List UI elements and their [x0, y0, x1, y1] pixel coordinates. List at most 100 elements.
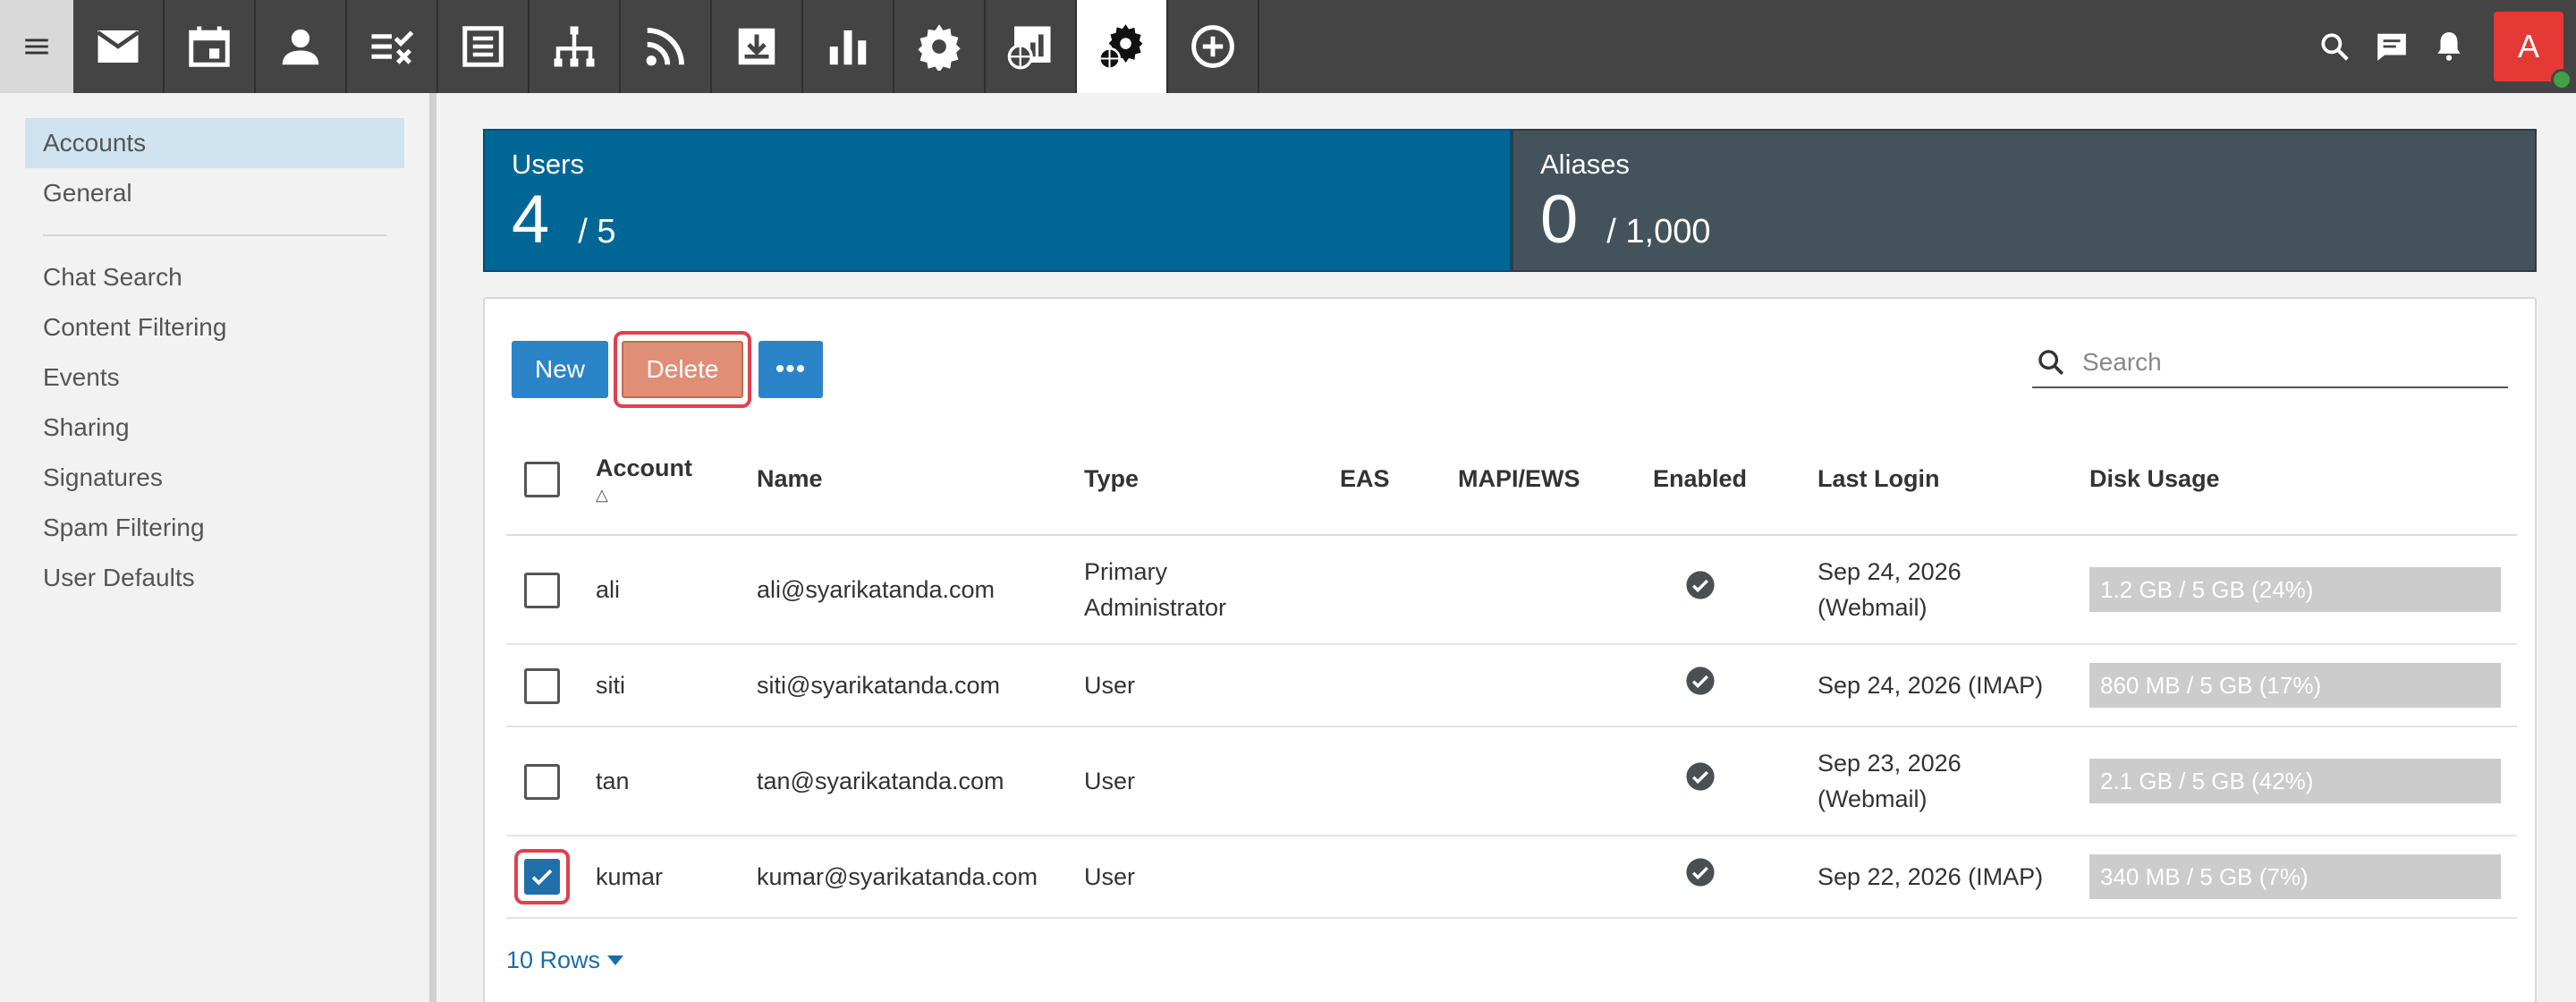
table-row[interactable]: kumar kumar@syarikatanda.com User Sep 22…: [506, 836, 2517, 919]
disk-usage-bar: 860 MB / 5 GB (17%): [2089, 663, 2501, 708]
row-checkbox[interactable]: [524, 763, 560, 800]
sidebar-item-content-filtering[interactable]: Content Filtering: [25, 302, 404, 352]
table-row[interactable]: tan tan@syarikatanda.com User Sep 23, 20…: [506, 726, 2517, 836]
cell-enabled: [1653, 836, 1818, 919]
cell-mapi-ews: [1458, 836, 1653, 919]
menu-icon[interactable]: [0, 0, 73, 93]
sidebar-item-events[interactable]: Events: [25, 352, 404, 403]
cell-disk-usage: 2.1 GB / 5 GB (42%): [2089, 726, 2517, 836]
tasks-icon[interactable]: [347, 0, 438, 93]
settings-icon[interactable]: [894, 0, 986, 93]
cell-account: tan: [596, 726, 757, 836]
cell-last-login: Sep 22, 2026 (IMAP): [1818, 836, 2089, 919]
row-select-cell: [506, 535, 596, 645]
rows-per-page-label: 10 Rows: [506, 947, 601, 973]
sidebar-item-accounts[interactable]: Accounts: [25, 118, 404, 168]
sidebar-divider: [43, 234, 386, 236]
cell-type: User: [1084, 726, 1340, 836]
cell-disk-usage: 1.2 GB / 5 GB (24%): [2089, 535, 2517, 645]
domain-reports-icon[interactable]: [986, 0, 1077, 93]
sitemap-icon[interactable]: [530, 0, 621, 93]
accounts-panel: New Delete ••• Account △ Name: [483, 297, 2537, 1002]
cell-enabled: [1653, 726, 1818, 836]
avatar-initial: A: [2517, 28, 2539, 64]
domain-settings-icon[interactable]: [1077, 0, 1168, 93]
cell-last-login: Sep 24, 2026 (IMAP): [1818, 644, 2089, 727]
aliases-stat-label: Aliases: [1540, 149, 1630, 180]
search-input[interactable]: [2082, 348, 2494, 377]
cell-mapi-ews: [1458, 644, 1653, 727]
column-header-last-login[interactable]: Last Login: [1818, 424, 2089, 536]
row-checkbox[interactable]: [524, 572, 560, 608]
row-select-cell: [506, 644, 596, 727]
cell-last-login: Sep 23, 2026 (Webmail): [1818, 726, 2089, 836]
select-all-checkbox[interactable]: [524, 461, 560, 497]
contacts-icon[interactable]: [256, 0, 347, 93]
column-header-account-label: Account: [596, 454, 692, 481]
disk-usage-bar: 2.1 GB / 5 GB (42%): [2089, 759, 2501, 803]
rss-icon[interactable]: [621, 0, 712, 93]
notes-icon[interactable]: [438, 0, 530, 93]
cell-eas: [1340, 726, 1458, 836]
sort-ascending-icon: △: [596, 485, 608, 504]
cell-eas: [1340, 644, 1458, 727]
table-row[interactable]: siti siti@syarikatanda.com User Sep 24, …: [506, 644, 2517, 727]
delete-button[interactable]: Delete: [622, 341, 743, 398]
cell-disk-usage: 860 MB / 5 GB (17%): [2089, 644, 2517, 727]
users-stat-card[interactable]: Users 4 / 5: [483, 129, 1512, 272]
column-header-disk-usage[interactable]: Disk Usage: [2089, 424, 2517, 536]
online-status-dot: [2551, 69, 2572, 90]
enabled-check-icon: [1686, 570, 1715, 599]
chat-icon[interactable]: [2363, 0, 2420, 93]
users-stat-label: Users: [512, 149, 584, 180]
search-icon[interactable]: [2306, 0, 2363, 93]
stats-bar: Users 4 / 5 Aliases 0 / 1,000: [483, 129, 2537, 272]
bell-icon[interactable]: [2420, 0, 2478, 93]
table-row[interactable]: ali ali@syarikatanda.com Primary Adminis…: [506, 535, 2517, 645]
mail-icon[interactable]: [73, 0, 165, 93]
table-header-row: Account △ Name Type EAS MAPI/EWS Enabled…: [506, 424, 2517, 536]
column-header-type[interactable]: Type: [1084, 424, 1340, 536]
top-bar: A: [0, 0, 2576, 93]
top-right-tools: A: [2306, 0, 2576, 93]
column-header-mapi-ews[interactable]: MAPI/EWS: [1458, 424, 1653, 536]
users-limit: / 5: [578, 213, 616, 250]
column-header-enabled[interactable]: Enabled: [1653, 424, 1818, 536]
sidebar-item-chat-search[interactable]: Chat Search: [25, 252, 404, 302]
cell-type: User: [1084, 644, 1340, 727]
calendar-icon[interactable]: [165, 0, 256, 93]
row-checkbox[interactable]: [524, 859, 560, 895]
new-button[interactable]: New: [512, 341, 608, 398]
column-header-eas[interactable]: EAS: [1340, 424, 1458, 536]
sidebar-item-user-defaults[interactable]: User Defaults: [25, 553, 404, 603]
column-header-account[interactable]: Account △: [596, 424, 757, 536]
sidebar-item-spam-filtering[interactable]: Spam Filtering: [25, 503, 404, 553]
cell-name: ali@syarikatanda.com: [757, 535, 1084, 645]
cell-account: ali: [596, 535, 757, 645]
cell-account: kumar: [596, 836, 757, 919]
cell-mapi-ews: [1458, 535, 1653, 645]
avatar[interactable]: A: [2494, 12, 2572, 90]
add-circle-icon[interactable]: [1168, 0, 1259, 93]
delete-button-highlight: Delete: [614, 331, 751, 408]
users-count: 4: [512, 182, 550, 258]
rows-per-page-dropdown[interactable]: 10 Rows: [506, 947, 624, 974]
enabled-check-icon: [1686, 857, 1715, 887]
download-icon[interactable]: [712, 0, 803, 93]
cell-name: tan@syarikatanda.com: [757, 726, 1084, 836]
row-checkbox-highlight: [514, 849, 570, 904]
row-checkbox[interactable]: [524, 667, 560, 704]
more-options-button[interactable]: •••: [758, 341, 823, 398]
select-all-cell: [506, 424, 596, 536]
cell-type: User: [1084, 836, 1340, 919]
column-header-name[interactable]: Name: [757, 424, 1084, 536]
check-icon: [531, 869, 553, 886]
cell-enabled: [1653, 644, 1818, 727]
sidebar-item-signatures[interactable]: Signatures: [25, 453, 404, 503]
cell-disk-usage: 340 MB / 5 GB (7%): [2089, 836, 2517, 919]
reports-icon[interactable]: [803, 0, 894, 93]
main-content: Users 4 / 5 Aliases 0 / 1,000 New Delete…: [444, 93, 2576, 1002]
sidebar-item-general[interactable]: General: [25, 168, 404, 218]
aliases-stat-card[interactable]: Aliases 0 / 1,000: [1512, 129, 2537, 272]
sidebar-item-sharing[interactable]: Sharing: [25, 403, 404, 453]
